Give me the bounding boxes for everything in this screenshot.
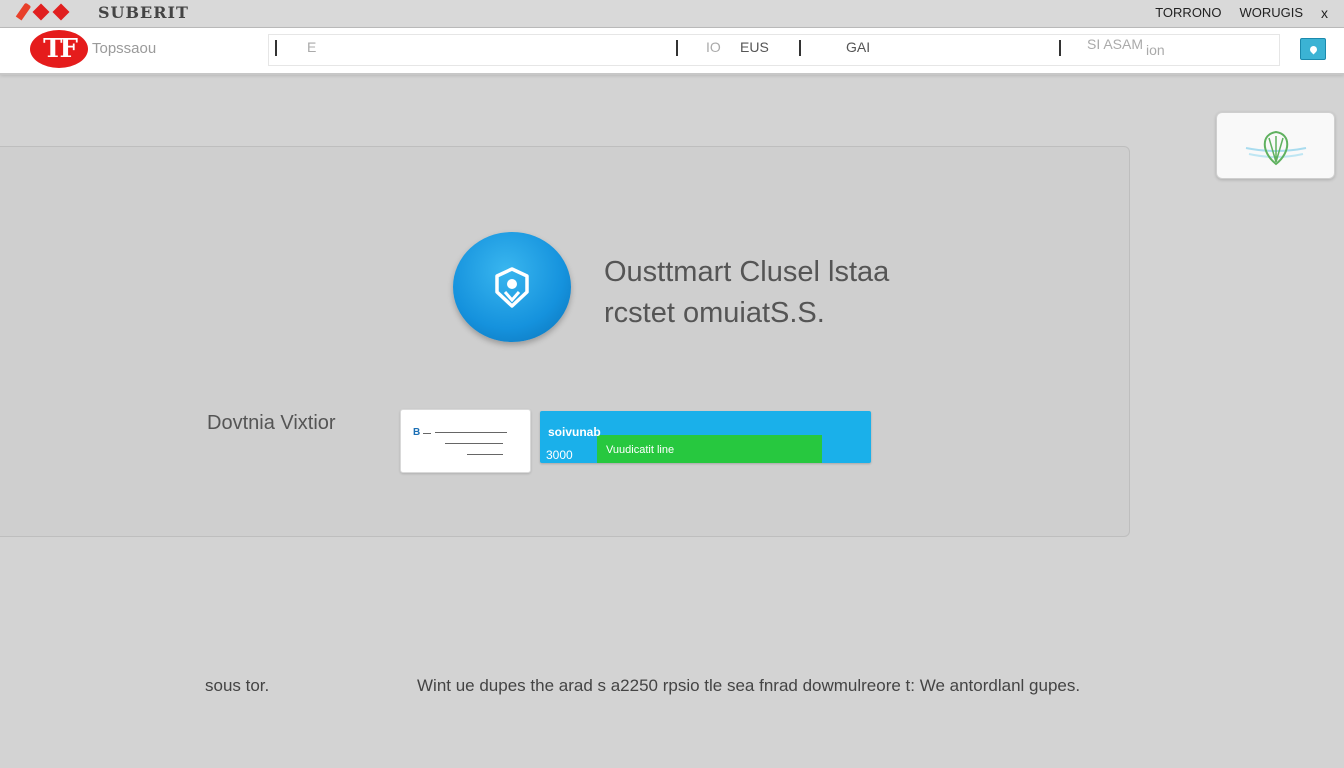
text-line — [423, 433, 431, 434]
diamond-icon[interactable] — [52, 3, 70, 21]
titlebar-item[interactable]: WORUGIS — [1239, 5, 1303, 21]
nav-item[interactable]: ion — [1146, 42, 1165, 58]
file-card-mark: B — [413, 427, 421, 438]
nav-item[interactable]: EUS — [740, 39, 769, 55]
nav-separator — [799, 40, 801, 56]
titlebar-icons — [15, 2, 70, 21]
progress-label: soivunab — [548, 425, 601, 439]
progress-fill-label: Vuudicatit line — [606, 444, 675, 456]
headline-line: Ousttmart Clusel lstaa — [604, 256, 890, 288]
file-card[interactable]: B — [400, 409, 531, 473]
section-label: Dovtnia Vixtior — [207, 412, 336, 434]
avatar[interactable] — [453, 232, 571, 342]
text-line — [435, 432, 507, 433]
location-button[interactable] — [1300, 38, 1326, 60]
download-progress[interactable]: soivunab 3000 Vuudicatit line — [540, 411, 871, 463]
nav-separator — [1059, 40, 1061, 56]
pencil-icon[interactable] — [15, 2, 32, 21]
shell-icon — [1245, 130, 1306, 165]
window-title: SUBERIT — [98, 3, 189, 22]
text-line — [467, 454, 503, 455]
titlebar-item[interactable]: TORRONO — [1155, 5, 1221, 21]
nav-item[interactable]: IO — [706, 39, 721, 55]
nav-item[interactable]: E — [307, 39, 316, 55]
titlebar-menu: TORRONO WORUGIS x — [1155, 5, 1328, 21]
nav-separator — [676, 40, 678, 56]
progress-value: 3000 — [546, 448, 573, 462]
close-button[interactable]: x — [1321, 5, 1328, 21]
title-bar: SUBERIT TORRONO WORUGIS x — [0, 0, 1344, 28]
footer-label: sous tor. — [205, 676, 270, 695]
toolbar: TF Topssaou E IO EUS GAI SI ASAM ion — [0, 28, 1344, 75]
headline-line: rcstet omuiatS.S. — [604, 297, 825, 329]
headline: Ousttmart Clusel lstaa rcstet omuiatS.S. — [604, 252, 889, 334]
text-line — [445, 443, 503, 444]
footer-message: Wint ue dupes the arad s a2250 rpsio tle… — [417, 676, 1081, 695]
nav-separator — [275, 40, 277, 56]
logo-label: Topssaou — [92, 40, 157, 57]
pin-icon — [1308, 44, 1318, 54]
nav-item[interactable]: SI ASAM — [1087, 36, 1143, 52]
shield-icon — [495, 267, 529, 308]
floating-widget[interactable] — [1216, 112, 1335, 179]
nav-item[interactable]: GAI — [846, 39, 870, 55]
logo[interactable]: TF — [30, 30, 88, 68]
diamond-icon[interactable] — [32, 3, 50, 21]
main-card — [0, 146, 1130, 537]
